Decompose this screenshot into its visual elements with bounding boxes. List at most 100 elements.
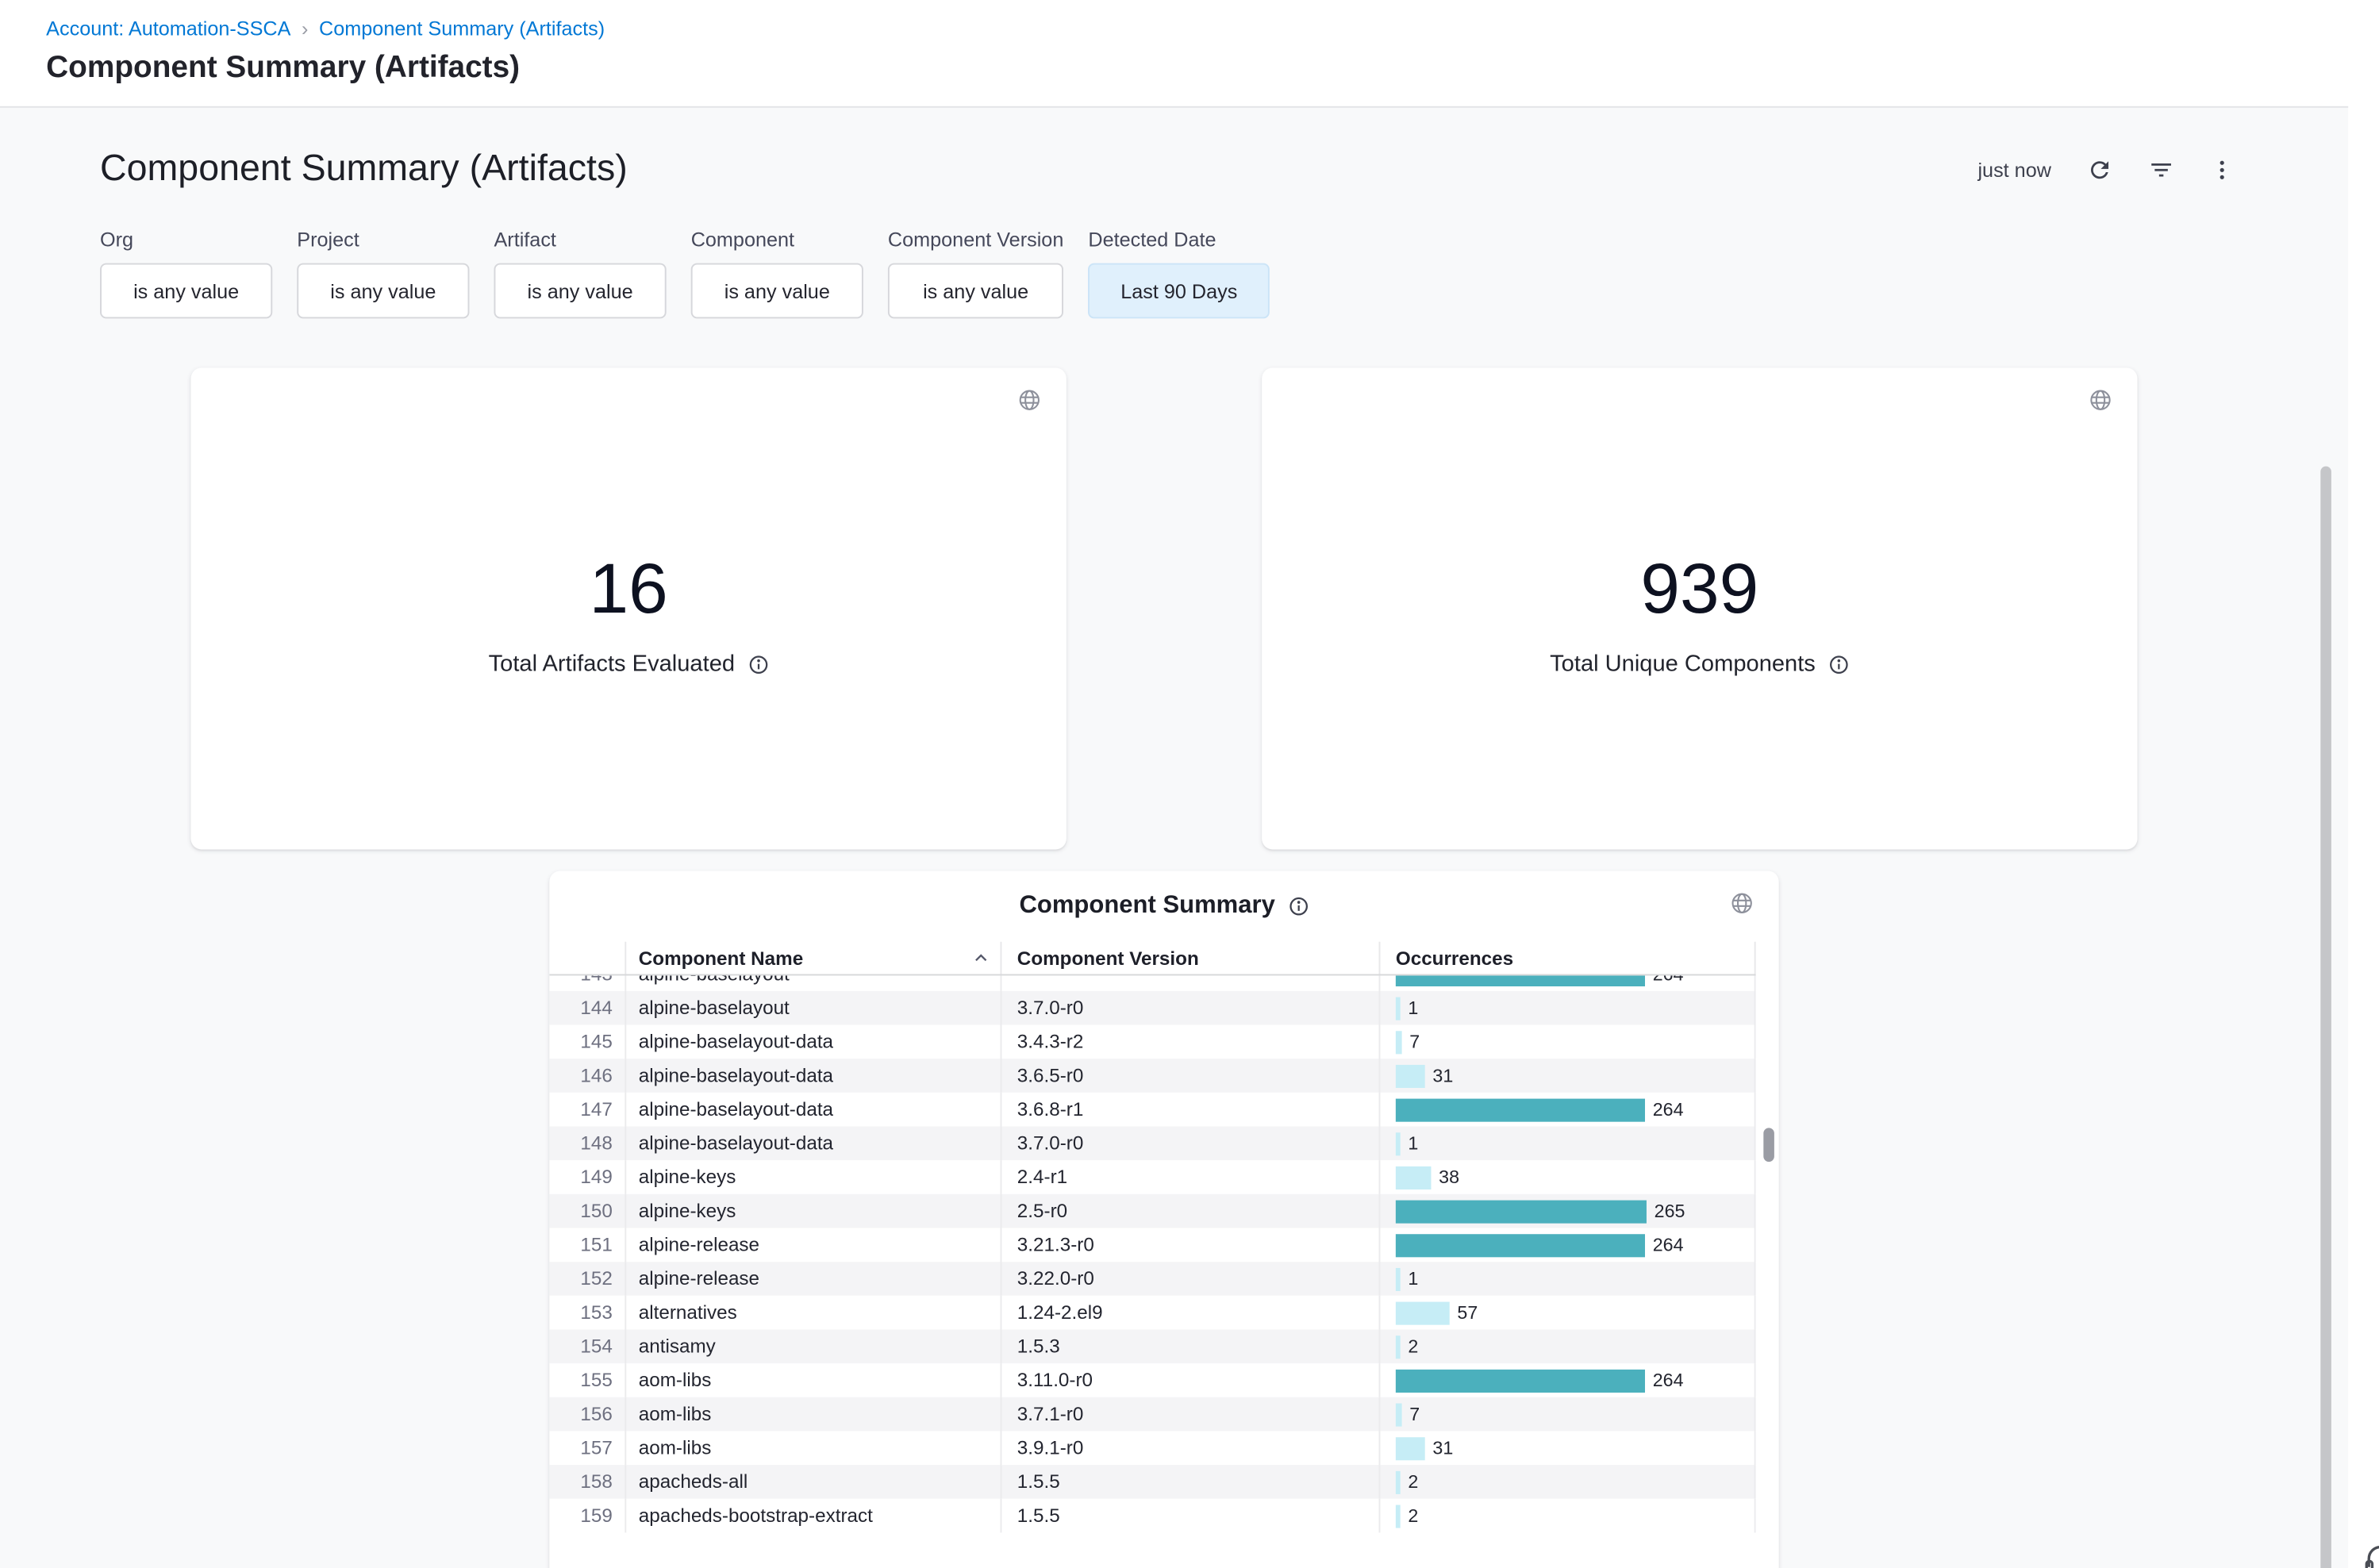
component-name-cell: apacheds-all: [626, 1465, 1001, 1499]
column-header-component-name[interactable]: Component Name: [626, 942, 1001, 974]
occurrence-value: 264: [1653, 1370, 1684, 1391]
table-body: 143alpine-baselayout264144alpine-baselay…: [549, 975, 1755, 1532]
refresh-icon[interactable]: [2087, 157, 2113, 183]
table-scrollbar-thumb[interactable]: [1763, 1128, 1774, 1162]
occurrence-bar: [1396, 1335, 1401, 1358]
filter-label: Detected Date: [1088, 228, 1270, 251]
filter-group: Artifact is any value: [494, 228, 666, 318]
table-row[interactable]: 158apacheds-all1.5.5 2: [549, 1465, 1755, 1499]
page-scrollbar-thumb[interactable]: [2320, 467, 2331, 1568]
row-index: 156: [549, 1397, 626, 1432]
occurrence-value: 265: [1655, 1201, 1685, 1222]
component-name-cell: apacheds-bootstrap-extract: [626, 1499, 1001, 1533]
table-row[interactable]: 152alpine-release3.22.0-r01: [549, 1262, 1755, 1296]
occurrences-cell: 2: [1380, 1465, 1755, 1499]
chevron-right-icon: ›: [302, 17, 308, 40]
occurrence-value: 31: [1432, 1437, 1453, 1458]
filter-org-button[interactable]: is any value: [100, 263, 272, 319]
kebab-menu-icon[interactable]: [2210, 157, 2235, 183]
occurrence-value: 264: [1653, 1234, 1684, 1255]
table-row[interactable]: 143alpine-baselayout264: [549, 975, 1755, 990]
breadcrumb-account-link[interactable]: Account: Automation-SSCA: [46, 17, 290, 40]
occurrence-bar: [1396, 1030, 1402, 1053]
occurrence-bar: [1396, 1436, 1425, 1459]
component-version-cell: 1.5.5: [1001, 1499, 1380, 1533]
row-index: 157: [549, 1431, 626, 1465]
table-row[interactable]: 145alpine-baselayout-data3.4.3-r27: [549, 1025, 1755, 1059]
filter-artifact-button[interactable]: is any value: [494, 263, 666, 319]
occurrences-cell: 264: [1380, 1093, 1755, 1127]
occurrence-value: 1: [1408, 1132, 1418, 1154]
filter-detected-date-button[interactable]: Last 90 Days: [1088, 263, 1270, 319]
component-version-cell: 2.5-r0: [1001, 1194, 1380, 1228]
component-version-cell: 3.7.1-r0: [1001, 1397, 1380, 1432]
component-name-cell: alpine-baselayout-data: [626, 1126, 1001, 1160]
table-row[interactable]: 144alpine-baselayout3.7.0-r01: [549, 991, 1755, 1025]
column-header-component-version[interactable]: Component Version: [1001, 942, 1380, 974]
info-icon[interactable]: [1287, 896, 1309, 917]
filter-icon[interactable]: [2148, 157, 2174, 183]
dashboard-actions: just now: [1977, 157, 2234, 183]
occurrence-bar: [1396, 1166, 1432, 1189]
filter-label: Artifact: [494, 228, 666, 251]
occurrence-value: 2: [1408, 1505, 1418, 1527]
occurrence-bar: [1396, 1470, 1401, 1493]
occurrence-value: 2: [1408, 1471, 1418, 1493]
column-header-occurrences[interactable]: Occurrences: [1380, 942, 1755, 974]
occurrence-bar: [1396, 975, 1645, 986]
occurrence-bar: [1396, 1267, 1401, 1290]
component-version-cell: 1.5.5: [1001, 1465, 1380, 1499]
row-index: 158: [549, 1465, 626, 1499]
table-row[interactable]: 149alpine-keys2.4-r138: [549, 1160, 1755, 1194]
table-row[interactable]: 159apacheds-bootstrap-extract1.5.52: [549, 1499, 1755, 1533]
component-version-cell: 3.4.3-r2: [1001, 1025, 1380, 1059]
occurrence-value: 1: [1408, 997, 1418, 1019]
table-row[interactable]: 156aom-libs3.7.1-r07: [549, 1397, 1755, 1432]
filter-group: Project is any value: [297, 228, 469, 318]
info-icon[interactable]: [1827, 653, 1849, 674]
occurrences-cell: 1: [1380, 1262, 1755, 1296]
occurrences-cell: 264: [1380, 975, 1755, 990]
occurrences-cell: 38: [1380, 1160, 1755, 1194]
occurrence-bar: [1396, 1505, 1401, 1528]
support-headset-icon[interactable]: [2361, 1540, 2379, 1568]
dashboard-content: Component Summary (Artifacts) just now O…: [0, 108, 2348, 1568]
globe-icon[interactable]: [2088, 388, 2112, 421]
filter-component-button[interactable]: is any value: [691, 263, 863, 319]
component-name-cell: alternatives: [626, 1296, 1001, 1330]
table-row[interactable]: 157aom-libs3.9.1-r031: [549, 1431, 1755, 1465]
component-name-cell: alpine-keys: [626, 1194, 1001, 1228]
component-version-cell: 3.6.5-r0: [1001, 1059, 1380, 1093]
total-artifacts-card: 16 Total Artifacts Evaluated: [190, 367, 1066, 849]
filter-label: Project: [297, 228, 469, 251]
table-row[interactable]: 155aom-libs3.11.0-r0264: [549, 1363, 1755, 1397]
table-row[interactable]: 146alpine-baselayout-data3.6.5-r031: [549, 1059, 1755, 1093]
metric-value: 939: [1262, 546, 2137, 629]
component-name-cell: alpine-baselayout-data: [626, 1059, 1001, 1093]
occurrence-bar: [1396, 1403, 1402, 1426]
metric-label: Total Unique Components: [1550, 651, 1816, 677]
occurrences-cell: 264: [1380, 1363, 1755, 1397]
row-index: 144: [549, 991, 626, 1025]
filter-label: Org: [100, 228, 272, 251]
occurrences-cell: 7: [1380, 1397, 1755, 1432]
globe-icon[interactable]: [1017, 388, 1042, 421]
breadcrumb-page-link[interactable]: Component Summary (Artifacts): [319, 17, 605, 40]
table-row[interactable]: 147alpine-baselayout-data3.6.8-r1264: [549, 1093, 1755, 1127]
occurrences-cell: 1: [1380, 1126, 1755, 1160]
filter-project-button[interactable]: is any value: [297, 263, 469, 319]
table-row[interactable]: 154antisamy1.5.32: [549, 1329, 1755, 1363]
info-icon[interactable]: [748, 653, 769, 674]
table-row[interactable]: 148alpine-baselayout-data3.7.0-r01: [549, 1126, 1755, 1160]
row-index: 148: [549, 1126, 626, 1160]
component-name-cell: antisamy: [626, 1329, 1001, 1363]
table-row[interactable]: 153alternatives1.24-2.el957: [549, 1296, 1755, 1330]
table-row[interactable]: 150alpine-keys2.5-r0265: [549, 1194, 1755, 1228]
component-version-cell: 3.11.0-r0: [1001, 1363, 1380, 1397]
column-label: Occurrences: [1396, 947, 1513, 969]
filter-component-version-button[interactable]: is any value: [888, 263, 1063, 319]
component-summary-card: Component Summary Component Name Compone…: [549, 871, 1778, 1568]
component-version-cell: 1.24-2.el9: [1001, 1296, 1380, 1330]
filter-label: Component Version: [888, 228, 1063, 251]
table-row[interactable]: 151alpine-release3.21.3-r0264: [549, 1228, 1755, 1262]
